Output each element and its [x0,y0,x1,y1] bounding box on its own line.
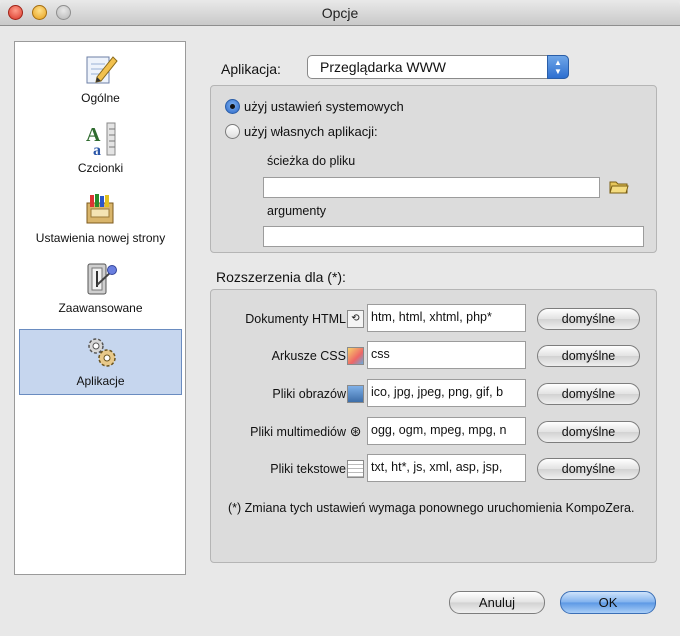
extension-label: Dokumenty HTML [245,312,346,326]
sidebar-item-label: Aplikacje [76,374,125,388]
preferences-sidebar: Ogólne A a Czcionki Ustawienia nowej str… [14,41,186,575]
file-path-label: ścieżka do pliku [267,154,356,168]
svg-text:a: a [93,142,101,157]
default-button[interactable]: domyślne [537,383,640,405]
extension-row-html: Dokumenty HTML ⟲ htm, html, xhtml, php* … [211,304,658,334]
extension-label: Pliki tekstowe [270,462,346,476]
gears-icon [87,338,116,367]
sidebar-item-advanced[interactable]: Zaawansowane [19,257,182,323]
image-icon [347,385,364,403]
use-system-settings-option[interactable]: użyj ustawień systemowych [225,99,404,114]
file-path-field[interactable] [263,177,600,198]
open-folder-icon[interactable] [609,179,629,194]
film-reel-icon: ⊛ [349,423,362,439]
restart-note: (*) Zmiana tych ustawień wymaga ponowneg… [228,501,635,515]
extension-row-text: Pliki tekstowe txt, ht*, js, xml, asp, j… [211,454,658,484]
extension-label: Pliki obrazów [272,387,346,401]
sidebar-item-applications[interactable]: Aplikacje [19,329,182,395]
text-file-icon [347,460,364,478]
updown-arrows-icon: ▲ ▼ [547,55,569,79]
extension-field[interactable]: txt, ht*, js, xml, asp, jsp, [367,454,526,482]
title-bar: Opcje [0,0,680,26]
extension-field[interactable]: ico, jpg, jpeg, png, gif, b [367,379,526,407]
advanced-switch-icon [87,263,117,295]
extensions-group: Dokumenty HTML ⟲ htm, html, xhtml, php* … [210,289,657,563]
css-palette-icon [347,347,364,365]
sidebar-item-general[interactable]: Ogólne [19,47,182,113]
extensions-title: Rozszerzenia dla (*): [216,269,346,285]
sidebar-item-label: Czcionki [77,161,124,175]
extension-row-multimedia: Pliki multimediów ⊛ ogg, ogm, mpeg, mpg,… [211,417,658,447]
default-button[interactable]: domyślne [537,421,640,443]
window-title: Opcje [321,5,359,21]
extension-label: Arkusze CSS [271,349,346,363]
cancel-button[interactable]: Anuluj [449,591,545,614]
pencil-paper-icon [86,56,118,84]
extension-field[interactable]: css [367,341,526,369]
default-button[interactable]: domyślne [537,345,640,367]
application-label: Aplikacja: [221,61,281,77]
window-body: Ogólne A a Czcionki Ustawienia nowej str… [0,27,680,636]
extension-row-css: Arkusze CSS css domyślne [211,341,658,371]
crayons-icon [86,194,113,224]
sidebar-item-label: Zaawansowane [58,301,143,315]
use-custom-application-label: użyj własnych aplikacji: [244,124,378,139]
default-button[interactable]: domyślne [537,308,640,330]
html-doc-icon: ⟲ [347,310,364,328]
radio-button[interactable] [225,124,240,139]
extension-field[interactable]: htm, html, xhtml, php* [367,304,526,332]
font-icon: A a [86,122,115,157]
application-settings-group: użyj ustawień systemowych użyj własnych … [210,85,657,253]
sidebar-item-new-page-settings[interactable]: Ustawienia nowej strony [19,187,182,253]
extension-label: Pliki multimediów [250,425,346,439]
ok-button[interactable]: OK [560,591,656,614]
application-select-value: Przeglądarka WWW [320,59,447,75]
sidebar-item-label: Ustawienia nowej strony [35,231,166,245]
arguments-label: argumenty [267,204,327,218]
sidebar-item-label: Ogólne [81,91,120,105]
extension-field[interactable]: ogg, ogm, mpeg, mpg, n [367,417,526,445]
sidebar-item-fonts[interactable]: A a Czcionki [19,117,182,183]
radio-button-selected[interactable] [225,99,240,114]
application-select[interactable]: Przeglądarka WWW ▲ ▼ [307,55,569,79]
use-system-settings-label: użyj ustawień systemowych [244,99,404,114]
arguments-field[interactable] [263,226,644,247]
use-custom-application-option[interactable]: użyj własnych aplikacji: [225,124,378,139]
extension-row-images: Pliki obrazów ico, jpg, jpeg, png, gif, … [211,379,658,409]
default-button[interactable]: domyślne [537,458,640,480]
